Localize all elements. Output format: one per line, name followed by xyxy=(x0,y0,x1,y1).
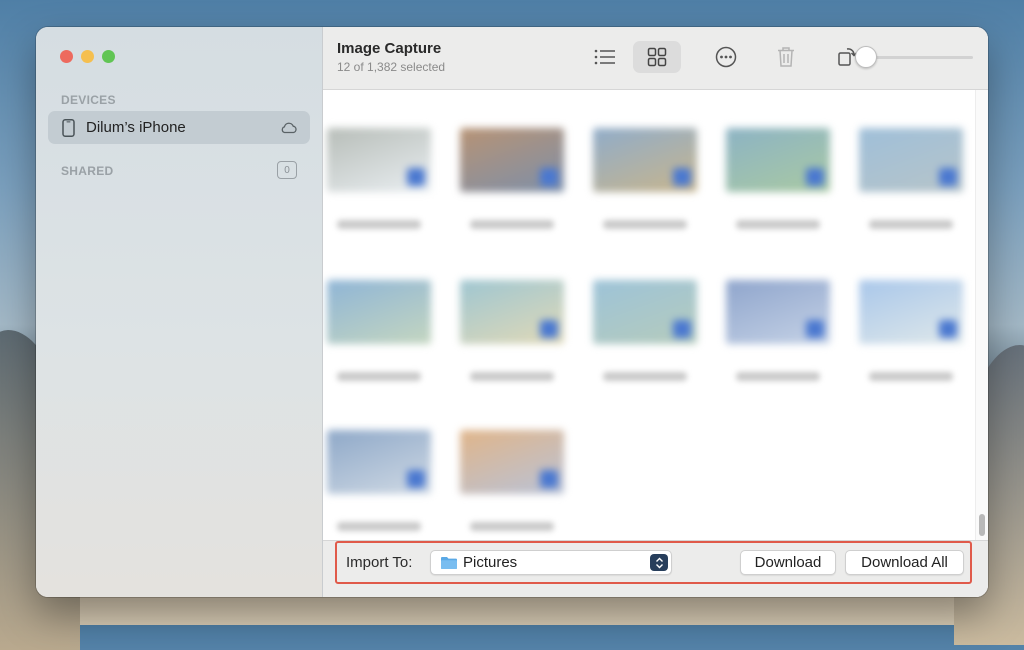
selected-badge xyxy=(673,168,691,186)
vertical-scrollbar[interactable] xyxy=(975,90,988,540)
selected-badge xyxy=(407,168,425,186)
ellipsis-circle-icon xyxy=(715,46,737,68)
main-area: Image Capture 12 of 1,382 selected Impor… xyxy=(323,27,988,597)
cloud-icon[interactable] xyxy=(280,120,298,134)
popup-chevron-up-down-icon[interactable] xyxy=(650,554,668,571)
delete-button[interactable] xyxy=(766,41,806,73)
photo-thumbnail-cell[interactable] xyxy=(460,280,564,381)
photo-filename-blurred xyxy=(869,372,953,381)
selected-badge xyxy=(939,168,957,186)
shared-count-badge: 0 xyxy=(277,161,297,179)
photo-filename-blurred xyxy=(736,220,820,229)
photo-thumbnail-cell[interactable] xyxy=(726,128,830,229)
sidebar: DEVICES Dilum’s iPhone SHARED 0 xyxy=(36,27,323,597)
import-to-label: Import To: xyxy=(346,554,413,571)
photo-filename-blurred xyxy=(470,372,554,381)
list-view-button[interactable] xyxy=(585,41,625,73)
photo-thumbnail[interactable] xyxy=(593,128,697,192)
selection-count: 12 of 1,382 selected xyxy=(337,60,446,74)
photo-filename-blurred xyxy=(337,372,421,381)
zoom-button[interactable] xyxy=(102,50,115,63)
trash-icon xyxy=(778,47,794,67)
minimize-button[interactable] xyxy=(81,50,94,63)
photo-thumbnail[interactable] xyxy=(859,128,963,192)
photo-thumbnail[interactable] xyxy=(593,280,697,344)
photo-filename-blurred xyxy=(869,220,953,229)
photo-filename-blurred xyxy=(337,522,421,531)
selected-badge xyxy=(806,168,824,186)
photo-thumbnail[interactable] xyxy=(460,430,564,494)
photo-thumbnail[interactable] xyxy=(327,128,431,192)
photo-filename-blurred xyxy=(603,372,687,381)
scrollbar-thumb[interactable] xyxy=(979,514,985,536)
window-controls xyxy=(60,50,115,63)
sidebar-item-iphone[interactable]: Dilum’s iPhone xyxy=(48,111,310,144)
photo-thumbnail[interactable] xyxy=(460,280,564,344)
selected-badge xyxy=(806,320,824,338)
image-capture-window: DEVICES Dilum’s iPhone SHARED 0 Image Ca… xyxy=(36,27,988,597)
download-button[interactable]: Download xyxy=(740,550,836,575)
photo-thumbnail-cell[interactable] xyxy=(460,430,564,531)
photo-thumbnail-cell[interactable] xyxy=(593,128,697,229)
photo-thumbnail-cell[interactable] xyxy=(859,280,963,381)
toolbar: Image Capture 12 of 1,382 selected xyxy=(323,27,988,90)
photo-filename-blurred xyxy=(603,220,687,229)
photo-thumbnail-cell[interactable] xyxy=(327,128,431,229)
more-options-button[interactable] xyxy=(706,41,746,73)
grid-view-button[interactable] xyxy=(633,41,681,73)
photo-thumbnail-cell[interactable] xyxy=(593,280,697,381)
thumbnail-grid xyxy=(323,90,973,540)
selected-badge xyxy=(540,168,558,186)
photo-filename-blurred xyxy=(470,220,554,229)
devices-section-title: DEVICES xyxy=(61,93,116,107)
photo-thumbnail[interactable] xyxy=(859,280,963,344)
folder-icon xyxy=(441,557,457,569)
photo-thumbnail[interactable] xyxy=(460,128,564,192)
photo-thumbnail-cell[interactable] xyxy=(460,128,564,229)
shared-section-title: SHARED xyxy=(61,164,114,178)
close-button[interactable] xyxy=(60,50,73,63)
photo-filename-blurred xyxy=(337,220,421,229)
import-destination-popup[interactable]: Pictures xyxy=(430,550,672,575)
import-destination-value: Pictures xyxy=(463,554,518,571)
download-all-button[interactable]: Download All xyxy=(845,550,964,575)
selected-badge xyxy=(407,470,425,488)
photo-filename-blurred xyxy=(736,372,820,381)
device-name: Dilum’s iPhone xyxy=(86,119,186,136)
thumbnail-size-slider-knob[interactable] xyxy=(855,46,877,68)
photo-thumbnail[interactable] xyxy=(726,128,830,192)
photo-thumbnail-cell[interactable] xyxy=(327,280,431,381)
selected-badge xyxy=(673,320,691,338)
photo-filename-blurred xyxy=(470,522,554,531)
selected-badge xyxy=(540,320,558,338)
bottom-bar: Import To: Pictures Download Download Al… xyxy=(323,540,988,597)
photo-thumbnail-cell[interactable] xyxy=(327,430,431,531)
photo-thumbnail[interactable] xyxy=(726,280,830,344)
selected-badge xyxy=(540,470,558,488)
window-title: Image Capture xyxy=(337,40,442,57)
photo-thumbnail[interactable] xyxy=(327,280,431,344)
list-view-icon xyxy=(594,49,615,65)
iphone-icon xyxy=(62,118,75,137)
grid-view-icon xyxy=(647,47,667,67)
photo-thumbnail-cell[interactable] xyxy=(859,128,963,229)
photo-thumbnail-cell[interactable] xyxy=(726,280,830,381)
photo-thumbnail[interactable] xyxy=(327,430,431,494)
selected-badge xyxy=(939,320,957,338)
